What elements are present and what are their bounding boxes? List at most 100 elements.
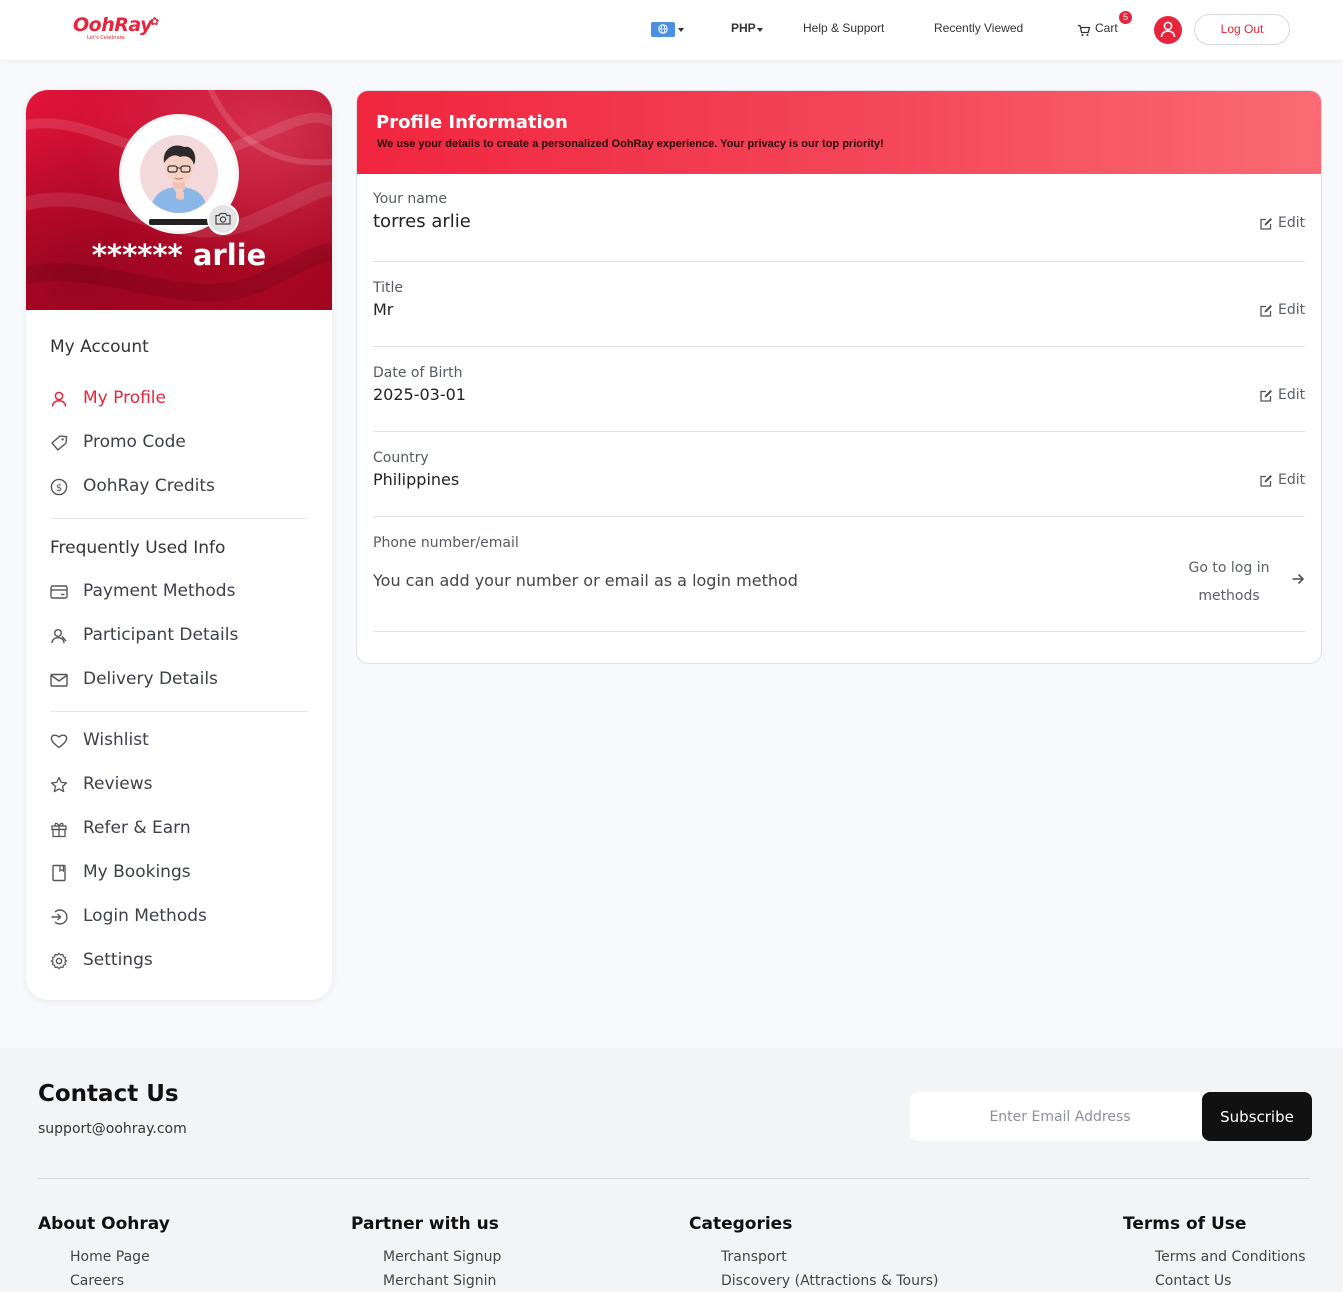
link-line: methods [1198, 588, 1260, 604]
sidebar-item-oohray-credits[interactable]: $ OohRay Credits [50, 476, 310, 500]
footer-link-transport[interactable]: Transport [721, 1249, 787, 1265]
footer-column-about: About Oohray Home Page Careers [38, 1214, 170, 1289]
oohray-logo[interactable]: OohRay ✿ Let's Celebrate [73, 14, 159, 41]
sidebar-item-participant-details[interactable]: Participant Details [50, 625, 310, 649]
edit-name-button[interactable]: Edit [1259, 215, 1305, 233]
edit-date-of-birth-button[interactable]: Edit [1259, 387, 1305, 405]
sidebar-item-my-bookings[interactable]: My Bookings [50, 862, 310, 886]
sidebar-item-settings[interactable]: Settings [50, 950, 310, 974]
sidebar-item-label: Wishlist [83, 730, 149, 750]
mail-icon [50, 673, 68, 687]
field-value: Philippines [373, 470, 460, 489]
footer-link-merchant-signin[interactable]: Merchant Signin [383, 1273, 496, 1289]
footer-link-home-page[interactable]: Home Page [70, 1249, 150, 1265]
account-sidebar: ****** arlie My Account My Profile Promo… [26, 90, 332, 1000]
sidebar-divider [50, 518, 308, 519]
sidebar-item-label: Payment Methods [83, 581, 236, 601]
field-divider [373, 516, 1305, 517]
tag-icon [51, 435, 68, 451]
footer-link-contact-us[interactable]: Contact Us [1155, 1273, 1231, 1289]
cart-icon [1078, 24, 1091, 36]
language-selector[interactable] [651, 22, 685, 39]
field-title: Title Mr Edit [373, 280, 1305, 330]
sidebar-item-login-methods[interactable]: Login Methods [50, 906, 310, 930]
edit-icon [1260, 305, 1272, 317]
field-label: Date of Birth [373, 365, 463, 381]
chevron-down-icon [678, 28, 684, 32]
edit-label: Edit [1278, 387, 1306, 403]
sidebar-item-my-profile[interactable]: My Profile [50, 388, 310, 412]
logo-text: OohRay [73, 14, 152, 36]
contact-email-link[interactable]: support@oohray.com [38, 1121, 187, 1137]
gear-icon [50, 952, 68, 970]
sidebar-item-reviews[interactable]: Reviews [50, 774, 310, 798]
recently-viewed-link[interactable]: Recently Viewed [934, 21, 1023, 35]
gift-icon [51, 822, 67, 838]
sidebar-item-label: Refer & Earn [83, 818, 191, 838]
arrow-right-icon[interactable] [1291, 572, 1305, 586]
footer-link-terms-conditions[interactable]: Terms and Conditions [1155, 1249, 1306, 1265]
sidebar-item-label: OohRay Credits [83, 476, 215, 496]
field-divider [373, 261, 1305, 262]
camera-icon [215, 212, 231, 225]
heart-icon [50, 734, 68, 749]
top-navbar: OohRay ✿ Let's Celebrate PHP Help & Supp… [0, 0, 1343, 61]
edit-title-button[interactable]: Edit [1259, 302, 1305, 320]
svg-text:$: $ [56, 483, 62, 494]
field-name: Your name torres arlie Edit [373, 191, 1305, 251]
account-avatar-button[interactable] [1154, 16, 1182, 44]
star-icon [50, 776, 68, 793]
profile-card-header: Profile Information We use your details … [357, 91, 1321, 174]
footer-link-discovery[interactable]: Discovery (Attractions & Tours) [721, 1273, 938, 1289]
footer-column-terms: Terms of Use Terms and Conditions Contac… [1123, 1214, 1306, 1289]
sidebar-item-label: Login Methods [83, 906, 207, 926]
login-icon [51, 909, 68, 925]
edit-label: Edit [1278, 215, 1306, 231]
footer-link-merchant-signup[interactable]: Merchant Signup [383, 1249, 501, 1265]
currency-label: PHP [731, 21, 756, 35]
cart-label: Cart [1095, 21, 1118, 35]
globe-icon [651, 22, 675, 37]
help-support-link[interactable]: Help & Support [803, 21, 884, 35]
link-line: Go to log in [1188, 560, 1270, 576]
newsletter-email-input[interactable] [910, 1092, 1210, 1141]
field-label: Your name [373, 191, 448, 207]
footer-column-partner: Partner with us Merchant Signup Merchant… [351, 1214, 501, 1289]
field-label: Title [373, 280, 404, 296]
dollar-circle-icon: $ [50, 478, 68, 496]
logout-button[interactable]: Log Out [1194, 14, 1290, 45]
credit-card-icon [50, 585, 68, 599]
avatar-base [149, 219, 209, 225]
sidebar-item-refer-earn[interactable]: Refer & Earn [50, 818, 310, 842]
footer-column-title: Terms of Use [1123, 1214, 1247, 1234]
user-display-name: ****** arlie [91, 238, 267, 272]
my-account-heading: My Account [50, 337, 149, 357]
field-date-of-birth: Date of Birth 2025-03-01 Edit [373, 365, 1305, 415]
field-value: You can add your number or email as a lo… [373, 571, 798, 590]
sidebar-divider [50, 711, 308, 712]
go-to-login-methods-link[interactable]: Go to log in methods [1169, 554, 1289, 610]
edit-label: Edit [1278, 472, 1306, 488]
footer-link-careers[interactable]: Careers [70, 1273, 124, 1289]
profile-title: Profile Information [376, 112, 568, 133]
subscribe-button[interactable]: Subscribe [1202, 1092, 1312, 1141]
currency-selector[interactable]: PHP [731, 21, 756, 35]
user-icon [1160, 21, 1176, 38]
sidebar-item-label: My Bookings [83, 862, 191, 882]
footer-divider [38, 1178, 1310, 1179]
field-value: torres arlie [373, 211, 471, 232]
footer-column-title: Partner with us [351, 1214, 499, 1234]
edit-label: Edit [1278, 302, 1306, 318]
contact-us-heading: Contact Us [38, 1081, 179, 1107]
avatar-illustration [140, 135, 218, 213]
edit-icon [1260, 390, 1272, 402]
field-country: Country Philippines Edit [373, 450, 1305, 500]
sidebar-item-payment-methods[interactable]: Payment Methods [50, 581, 310, 605]
sidebar-item-delivery-details[interactable]: Delivery Details [50, 669, 310, 693]
profile-banner: ****** arlie [26, 90, 332, 310]
users-icon [51, 629, 67, 644]
sidebar-item-promo-code[interactable]: Promo Code [50, 432, 310, 456]
change-photo-button[interactable] [207, 203, 239, 235]
sidebar-item-wishlist[interactable]: Wishlist [50, 730, 310, 754]
edit-country-button[interactable]: Edit [1259, 472, 1305, 490]
